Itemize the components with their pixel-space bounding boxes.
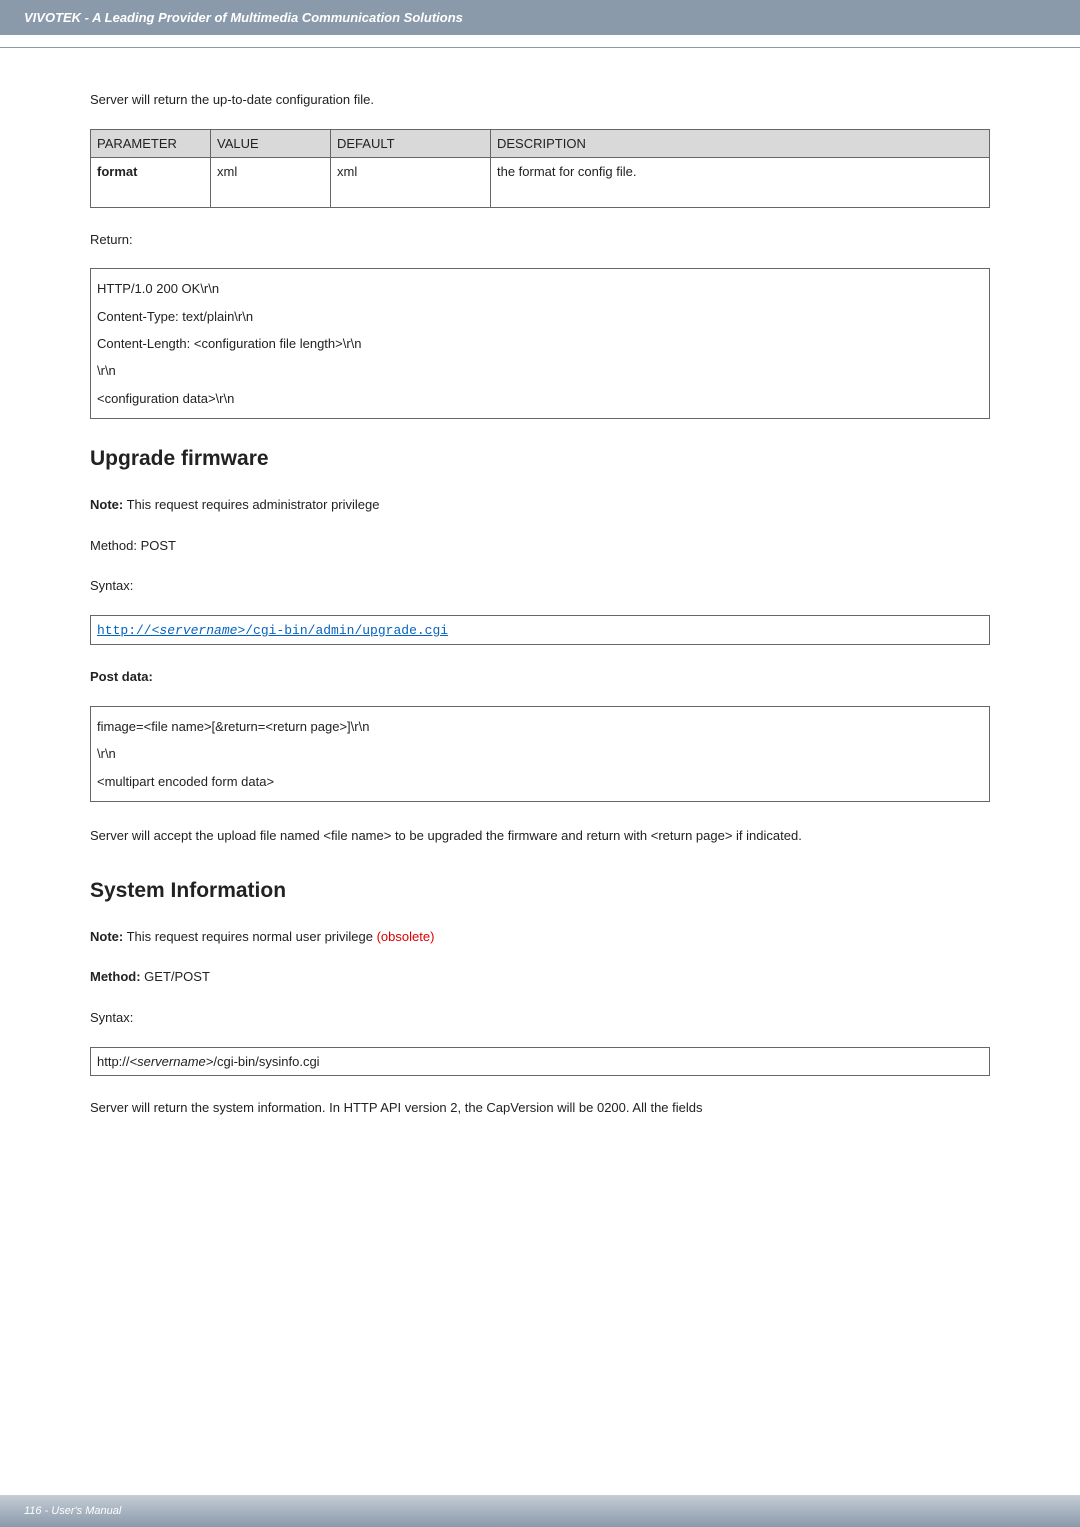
upgrade-url-link[interactable]: http://<servername>/cgi-bin/admin/upgrad… bbox=[97, 623, 448, 638]
sysinfo-note: Note: This request requires normal user … bbox=[90, 925, 990, 950]
th-value: VALUE bbox=[211, 129, 331, 157]
method-text: GET/POST bbox=[141, 969, 210, 984]
return-box: HTTP/1.0 200 OK\r\n Content-Type: text/p… bbox=[90, 268, 990, 418]
syntax-box: http://<servername>/cgi-bin/admin/upgrad… bbox=[90, 615, 990, 646]
upgrade-firmware-heading: Upgrade firmware bbox=[90, 447, 990, 471]
note-label: Note: bbox=[90, 929, 123, 944]
upgrade-note: Note: This request requires administrato… bbox=[90, 493, 990, 518]
intro-text: Server will return the up-to-date config… bbox=[90, 88, 990, 113]
code-line: <configuration data>\r\n bbox=[97, 385, 983, 412]
syntax-label: Syntax: bbox=[90, 1006, 990, 1031]
page-header: VIVOTEK - A Leading Provider of Multimed… bbox=[0, 0, 1080, 35]
url-prefix: http:// bbox=[97, 1054, 130, 1069]
url-prefix: http://< bbox=[97, 623, 159, 638]
code-line: \r\n bbox=[97, 357, 983, 384]
syntax-label: Syntax: bbox=[90, 574, 990, 599]
url-suffix: /cgi-bin/sysinfo.cgi bbox=[213, 1054, 319, 1069]
page-footer: 116 - User's Manual bbox=[0, 1495, 1080, 1527]
sysinfo-syntax-box: http://<servername>/cgi-bin/sysinfo.cgi bbox=[90, 1047, 990, 1077]
return-label: Return: bbox=[90, 228, 990, 253]
url-suffix: >/cgi-bin/admin/upgrade.cgi bbox=[237, 623, 448, 638]
sysinfo-method: Method: GET/POST bbox=[90, 965, 990, 990]
post-data-label: Post data: bbox=[90, 665, 990, 690]
th-default: DEFAULT bbox=[331, 129, 491, 157]
th-parameter: PARAMETER bbox=[91, 129, 211, 157]
td-value: xml bbox=[211, 157, 331, 207]
parameter-table: PARAMETER VALUE DEFAULT DESCRIPTION form… bbox=[90, 129, 990, 208]
th-description: DESCRIPTION bbox=[491, 129, 990, 157]
sysinfo-foot-text: Server will return the system informatio… bbox=[90, 1096, 990, 1121]
note-label: Note: bbox=[90, 497, 123, 512]
code-line: \r\n bbox=[97, 740, 983, 767]
upgrade-post-text: Server will accept the upload file named… bbox=[90, 822, 990, 851]
td-description: the format for config file. bbox=[491, 157, 990, 207]
code-line: HTTP/1.0 200 OK\r\n bbox=[97, 275, 983, 302]
url-servername: <servername> bbox=[130, 1054, 214, 1069]
url-servername: servername bbox=[159, 623, 237, 638]
td-param-name: format bbox=[91, 157, 211, 207]
obsolete-tag: (obsolete) bbox=[377, 929, 435, 944]
code-line: Content-Type: text/plain\r\n bbox=[97, 303, 983, 330]
post-data-box: fimage=<file name>[&return=<return page>… bbox=[90, 706, 990, 802]
system-information-heading: System Information bbox=[90, 879, 990, 903]
method-label: Method: bbox=[90, 969, 141, 984]
code-line: <multipart encoded form data> bbox=[97, 768, 983, 795]
note-text: This request requires normal user privil… bbox=[123, 929, 376, 944]
code-line: fimage=<file name>[&return=<return page>… bbox=[97, 713, 983, 740]
upgrade-method: Method: POST bbox=[90, 534, 990, 559]
table-row: format xml xml the format for config fil… bbox=[91, 157, 990, 207]
note-text: This request requires administrator priv… bbox=[123, 497, 379, 512]
code-line: Content-Length: <configuration file leng… bbox=[97, 330, 983, 357]
table-header-row: PARAMETER VALUE DEFAULT DESCRIPTION bbox=[91, 129, 990, 157]
td-default: xml bbox=[331, 157, 491, 207]
